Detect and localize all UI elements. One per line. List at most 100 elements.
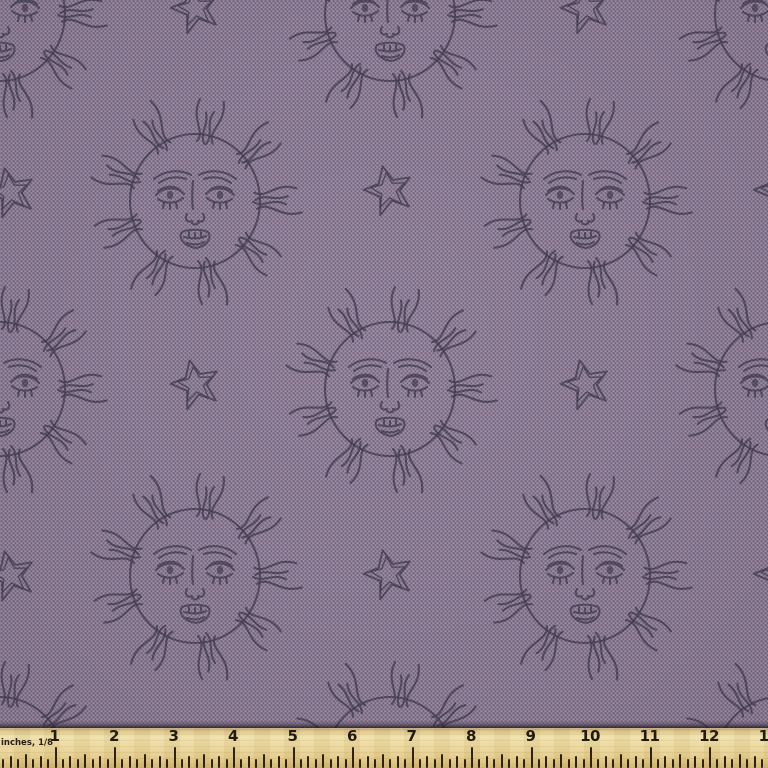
ruler-tick — [151, 759, 153, 768]
ruler-tick — [300, 759, 302, 768]
ruler-tick — [233, 747, 235, 768]
ruler-tick — [694, 756, 696, 768]
star-motif — [557, 356, 613, 412]
star-motif — [0, 547, 38, 603]
sun-face-motif — [0, 269, 120, 509]
ruler-tick — [731, 759, 733, 768]
ruler-tick — [367, 756, 369, 768]
ruler-tick — [605, 756, 607, 768]
ruler-tick — [679, 754, 681, 768]
ruler-tick — [307, 756, 309, 768]
ruler-tick — [218, 756, 220, 768]
ruler-tick — [77, 759, 79, 768]
ruler-tick — [10, 756, 12, 768]
ruler-tick — [55, 747, 57, 768]
ruler-tick — [702, 759, 704, 768]
ruler-tick — [25, 754, 27, 768]
star-motif — [360, 162, 416, 218]
ruler-tick — [590, 747, 592, 768]
sun-face-motif — [270, 269, 510, 509]
ruler-tick — [486, 756, 488, 768]
ruler-tick — [359, 759, 361, 768]
ruler-inch-number: 7 — [407, 729, 417, 744]
ruler-tick — [568, 759, 570, 768]
ruler-tick — [493, 759, 495, 768]
ruler-tick — [739, 754, 741, 768]
ruler-tick — [99, 756, 101, 768]
ruler-tick — [315, 759, 317, 768]
ruler-tick — [382, 754, 384, 768]
ruler-tick — [583, 759, 585, 768]
ruler-tick — [404, 759, 406, 768]
ruler-tick — [456, 756, 458, 768]
ruler-inch-number: 12 — [699, 729, 719, 744]
ruler-tick — [84, 754, 86, 768]
ruler-inch-number: 13 — [759, 729, 768, 744]
ruler-tick — [203, 754, 205, 768]
ruler-tick — [412, 747, 414, 768]
ruler-tick — [144, 754, 146, 768]
star-motif — [360, 546, 416, 602]
ruler-tick — [531, 747, 533, 768]
ruler-tick — [575, 756, 577, 768]
ruler-tick — [211, 759, 213, 768]
ruler-tick — [293, 747, 295, 768]
ruler-tick — [434, 759, 436, 768]
ruler-tick — [62, 759, 64, 768]
ruler-tick — [426, 756, 428, 768]
ruler-tick — [240, 759, 242, 768]
ruler-tick — [612, 759, 614, 768]
star-motif — [167, 356, 223, 412]
ruler-tick — [746, 759, 748, 768]
ruler-tick — [620, 754, 622, 768]
ruler-tick — [687, 759, 689, 768]
sun-face-motif — [75, 456, 315, 696]
ruler-tick — [374, 759, 376, 768]
ruler-inch-number: 10 — [580, 729, 600, 744]
ruler-inch-number: 11 — [640, 729, 660, 744]
ruler-tick — [263, 754, 265, 768]
ruler-tick — [69, 756, 71, 768]
ruler-tick — [716, 759, 718, 768]
ruler-tick — [419, 759, 421, 768]
ruler-tick — [159, 756, 161, 768]
ruler-tick — [114, 747, 116, 768]
ruler-tick — [560, 754, 562, 768]
ruler-inch-number: 2 — [109, 729, 119, 744]
sun-face-motif — [660, 0, 768, 134]
ruler-tick — [635, 756, 637, 768]
ruler-tick — [2, 759, 4, 768]
ruler-tick — [501, 754, 503, 768]
ruler-tick — [47, 759, 49, 768]
ruler-tick — [136, 759, 138, 768]
ruler-tick — [270, 759, 272, 768]
ruler-tick — [709, 747, 711, 768]
star-motif — [750, 162, 768, 218]
ruler-inch-number: 1 — [50, 729, 60, 744]
ruler-tick — [464, 759, 466, 768]
ruler-tick — [322, 754, 324, 768]
ruler-tick — [166, 759, 168, 768]
ruler-units-label: inches, 1/8 — [1, 739, 53, 748]
ruler-tick — [255, 759, 257, 768]
sun-face-motif — [660, 269, 768, 509]
ruler-tick — [724, 756, 726, 768]
sun-face-motif — [75, 81, 315, 321]
ruler-tick — [226, 759, 228, 768]
ruler-tick — [754, 756, 756, 768]
ruler-tick — [188, 756, 190, 768]
ruler-tick — [285, 759, 287, 768]
ruler-tick — [40, 756, 42, 768]
ruler-tick — [672, 759, 674, 768]
ruler-tick — [545, 756, 547, 768]
ruler-tick — [129, 756, 131, 768]
ruler-inch-number: 8 — [466, 729, 476, 744]
ruler-inch-number: 6 — [347, 729, 357, 744]
ruler-tick — [107, 759, 109, 768]
ruler-tick — [597, 759, 599, 768]
star-motif — [0, 164, 38, 220]
sun-face-motif — [465, 81, 705, 321]
star-motif — [557, 0, 613, 36]
ruler-tick — [642, 759, 644, 768]
ruler-inch-number: 3 — [169, 729, 179, 744]
